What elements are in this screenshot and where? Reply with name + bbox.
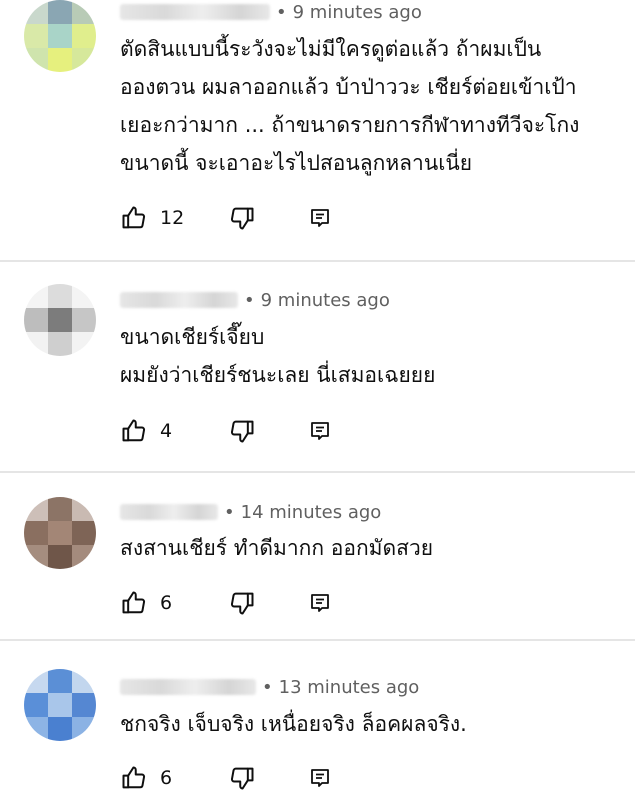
meta-separator: • [224, 501, 235, 523]
comment-actions: 6 [120, 588, 332, 618]
comment-text-line: ชกจริง เจ็บจริง เหนื่อยจริง ล็อคผลจริง. [120, 712, 467, 736]
thumbs-up-icon [120, 589, 148, 617]
author-name-redacted[interactable] [120, 4, 270, 20]
reply-icon [308, 591, 332, 615]
comment-thread: • 9 minutes ago ขนาดเชียร์เจี๊ยบ ผมยังว่… [0, 262, 635, 473]
comment-timestamp[interactable]: 13 minutes ago [279, 677, 420, 698]
comment-text-line: ผมยังว่าเชียร์ชนะเลย นี่เสมอเฉยยย [120, 363, 436, 387]
author-name-redacted[interactable] [120, 292, 238, 308]
meta-separator: • [262, 676, 273, 698]
like-count: 6 [160, 592, 173, 614]
comment-actions: 4 [120, 416, 332, 446]
avatar[interactable] [24, 669, 96, 741]
dislike-button[interactable] [228, 763, 256, 793]
reply-icon [308, 419, 332, 443]
like-button[interactable]: 6 [120, 763, 200, 793]
like-count: 4 [160, 420, 173, 442]
comment-meta: • 13 minutes ago [120, 675, 419, 699]
comment-timestamp[interactable]: 9 minutes ago [261, 290, 390, 311]
reply-button[interactable] [308, 763, 332, 793]
comment-thread: • 9 minutes ago ตัดสินแบบนี้ระวังจะไม่มี… [0, 0, 635, 262]
comment-text: ขนาดเชียร์เจี๊ยบ ผมยังว่าเชียร์ชนะเลย นี… [120, 318, 620, 394]
avatar[interactable] [24, 497, 96, 569]
comment-text-line: อองตวน ผมลาออกแล้ว บ้าป่าววะ เชียร์ต่อยเ… [120, 75, 577, 99]
comment-actions: 12 [120, 203, 332, 233]
thumbs-down-icon [228, 204, 256, 232]
dislike-button[interactable] [228, 588, 256, 618]
comment-timestamp[interactable]: 9 minutes ago [293, 2, 422, 23]
reply-icon [308, 206, 332, 230]
comment-text-line: สงสานเชียร์ ทำดีมากก ออกมัดสวย [120, 536, 434, 560]
avatar[interactable] [24, 284, 96, 356]
like-count: 12 [160, 207, 185, 229]
thumbs-down-icon [228, 589, 256, 617]
dislike-button[interactable] [228, 203, 256, 233]
avatar[interactable] [24, 0, 96, 72]
comment-timestamp[interactable]: 14 minutes ago [241, 502, 382, 523]
reply-button[interactable] [308, 588, 332, 618]
like-count: 6 [160, 767, 173, 789]
comment-meta: • 9 minutes ago [120, 0, 422, 24]
comment-text-line: ตัดสินแบบนี้ระวังจะไม่มีใครดูต่อแล้ว ถ้า… [120, 37, 542, 61]
meta-separator: • [244, 289, 255, 311]
comment-text-line: ขนาดนี้ จะเอาอะไรไปสอนลูกหลานเนี่ย [120, 151, 473, 175]
comment-thread: • 14 minutes ago สงสานเชียร์ ทำดีมากก ออ… [0, 473, 635, 641]
comment-text-line: เยอะกว่ามาก ... ถ้าขนาดรายการกีฬาทางทีวี… [120, 113, 580, 137]
comment-text: ชกจริง เจ็บจริง เหนื่อยจริง ล็อคผลจริง. [120, 705, 620, 743]
comment-actions: 6 [120, 763, 332, 793]
like-button[interactable]: 6 [120, 588, 200, 618]
thumbs-up-icon [120, 764, 148, 792]
dislike-button[interactable] [228, 416, 256, 446]
comment-thread: • 13 minutes ago ชกจริง เจ็บจริง เหนื่อย… [0, 641, 635, 800]
comment-text: สงสานเชียร์ ทำดีมากก ออกมัดสวย [120, 529, 620, 567]
thumbs-down-icon [228, 764, 256, 792]
like-button[interactable]: 12 [120, 203, 200, 233]
comment-text: ตัดสินแบบนี้ระวังจะไม่มีใครดูต่อแล้ว ถ้า… [120, 30, 620, 182]
thumbs-down-icon [228, 417, 256, 445]
comment-meta: • 14 minutes ago [120, 500, 381, 524]
thumbs-up-icon [120, 204, 148, 232]
thumbs-up-icon [120, 417, 148, 445]
author-name-redacted[interactable] [120, 679, 256, 695]
reply-icon [308, 766, 332, 790]
comment-text-line: ขนาดเชียร์เจี๊ยบ [120, 325, 265, 349]
comment-meta: • 9 minutes ago [120, 288, 390, 312]
reply-button[interactable] [308, 203, 332, 233]
like-button[interactable]: 4 [120, 416, 200, 446]
reply-button[interactable] [308, 416, 332, 446]
author-name-redacted[interactable] [120, 504, 218, 520]
meta-separator: • [276, 1, 287, 23]
